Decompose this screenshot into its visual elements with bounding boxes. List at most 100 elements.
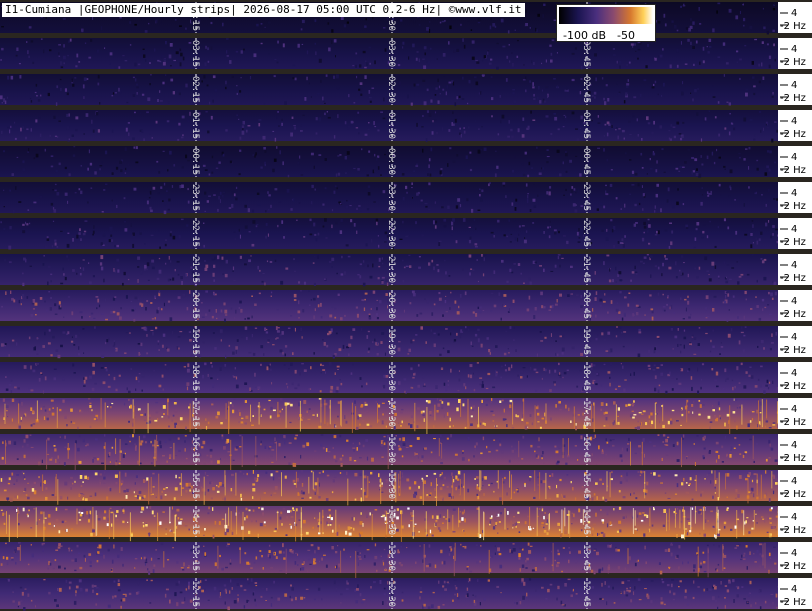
noise-speckle <box>162 81 165 85</box>
noise-speckle <box>315 238 318 242</box>
noise-speckle <box>50 399 54 402</box>
noise-speckle <box>557 522 560 526</box>
noise-speckle <box>755 237 758 241</box>
noise-speckle <box>700 201 703 206</box>
noise-speckle <box>23 414 26 418</box>
noise-speckle <box>22 507 25 512</box>
noise-speckle <box>277 327 280 329</box>
noise-speckle <box>340 219 343 223</box>
noise-speckle <box>604 339 606 341</box>
noise-speckle <box>641 237 645 242</box>
noise-speckle <box>750 375 754 379</box>
noise-speckle <box>77 552 81 555</box>
transient-streak <box>174 514 176 541</box>
noise-speckle <box>48 408 51 411</box>
noise-speckle <box>140 342 143 347</box>
noise-speckle <box>749 119 753 121</box>
noise-speckle <box>79 272 82 276</box>
noise-speckle <box>90 187 93 189</box>
noise-speckle <box>368 313 371 315</box>
noise-speckle <box>22 126 24 130</box>
noise-speckle <box>298 317 300 319</box>
transient-streak <box>340 400 342 426</box>
noise-speckle <box>750 308 753 310</box>
noise-speckle <box>459 334 462 339</box>
noise-speckle <box>272 168 275 173</box>
noise-speckle <box>566 369 569 371</box>
noise-speckle <box>359 82 363 85</box>
transient-streak <box>717 509 719 534</box>
noise-speckle <box>150 462 153 465</box>
noise-speckle <box>607 331 611 335</box>
noise-speckle <box>439 514 442 518</box>
noise-speckle <box>87 476 90 480</box>
noise-speckle <box>720 346 724 348</box>
noise-speckle <box>60 230 63 232</box>
noise-speckle <box>235 376 238 380</box>
noise-speckle <box>144 30 148 33</box>
noise-speckle <box>330 385 334 390</box>
noise-speckle <box>594 297 597 301</box>
noise-speckle <box>576 385 579 388</box>
noise-speckle <box>100 255 104 260</box>
noise-speckle <box>714 379 717 382</box>
noise-speckle <box>82 438 85 443</box>
noise-speckle <box>653 472 656 476</box>
noise-speckle <box>648 242 651 245</box>
noise-speckle <box>678 545 681 549</box>
noise-speckle <box>313 315 316 320</box>
noise-speckle <box>613 420 615 424</box>
noise-speckle <box>426 88 429 92</box>
noise-speckle <box>226 50 228 54</box>
freq-tick-label: -2 Hz <box>780 237 806 248</box>
noise-speckle <box>638 412 642 414</box>
transient-streak <box>714 470 716 487</box>
noise-speckle <box>248 351 252 354</box>
noise-speckle <box>740 273 744 276</box>
noise-speckle <box>424 52 426 56</box>
noise-speckle <box>275 556 278 559</box>
noise-speckle <box>92 371 95 375</box>
noise-speckle <box>656 160 658 164</box>
noise-speckle <box>663 13 666 18</box>
noise-speckle <box>735 15 739 20</box>
noise-speckle <box>689 25 693 29</box>
noise-speckle <box>667 548 671 552</box>
noise-speckle <box>737 494 740 498</box>
noise-speckle <box>447 205 450 209</box>
noise-speckle <box>718 133 721 137</box>
quarter-hour-label: 01:45 <box>581 112 591 139</box>
noise-speckle <box>680 424 682 426</box>
noise-speckle <box>14 493 17 498</box>
noise-speckle <box>292 479 296 483</box>
noise-speckle <box>703 561 706 564</box>
noise-speckle <box>45 487 48 490</box>
noise-speckle <box>439 170 442 175</box>
noise-speckle <box>252 352 256 356</box>
noise-speckle <box>149 132 151 135</box>
noise-speckle <box>59 545 63 547</box>
noise-speckle <box>73 372 76 374</box>
noise-speckle <box>482 529 484 534</box>
transient-streak <box>225 403 227 420</box>
noise-speckle <box>341 255 343 259</box>
noise-speckle <box>502 418 506 421</box>
noise-speckle <box>149 83 151 86</box>
transient-streak <box>56 407 58 429</box>
noise-speckle <box>605 237 609 241</box>
noise-speckle <box>251 295 253 297</box>
noise-speckle <box>749 366 752 368</box>
noise-speckle <box>730 528 733 531</box>
noise-speckle <box>465 386 467 390</box>
noise-speckle <box>540 480 543 484</box>
noise-speckle <box>58 52 60 55</box>
noise-speckle <box>702 404 705 406</box>
noise-speckle <box>734 398 738 401</box>
noise-speckle <box>72 363 75 367</box>
noise-speckle <box>544 336 547 339</box>
noise-speckle <box>724 422 726 427</box>
noise-speckle <box>356 207 358 210</box>
transient-streak <box>104 402 106 428</box>
transient-streak <box>668 508 670 531</box>
noise-speckle <box>433 472 437 475</box>
